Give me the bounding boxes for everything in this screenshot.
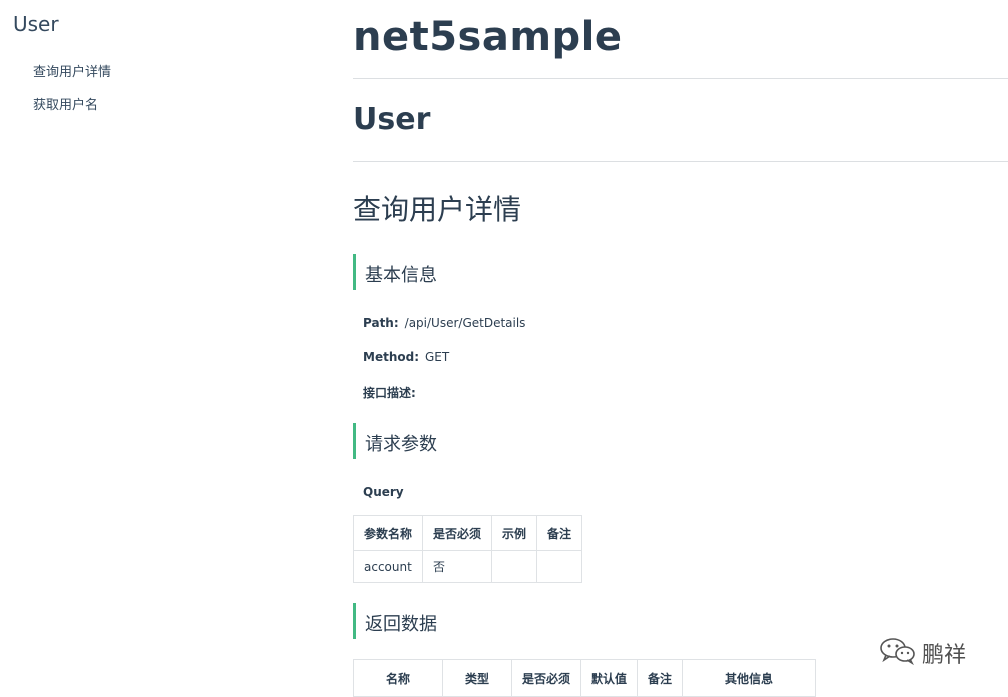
watermark-text: 鹏祥	[922, 643, 967, 668]
method-label: Method:	[363, 350, 419, 364]
column-header: 备注	[637, 659, 684, 697]
sidebar-title[interactable]: User	[13, 12, 59, 36]
sidebar-item-get-username[interactable]: 获取用户名	[33, 94, 98, 113]
table-cell	[491, 550, 538, 583]
method-row: Method: GET	[363, 350, 449, 364]
endpoint-title: 查询用户详情	[353, 193, 522, 226]
column-header: 类型	[442, 659, 512, 697]
column-header: 备注	[536, 515, 583, 551]
table-row: account 否	[352, 550, 583, 583]
column-header: 名称	[353, 659, 443, 697]
section-request-params: 请求参数	[353, 423, 437, 459]
section-heading: 基本信息	[365, 265, 437, 286]
path-value: /api/User/GetDetails	[404, 316, 526, 330]
response-table: 名称 类型 是否必须 默认值 备注 其他信息	[353, 659, 817, 697]
controller-title: User	[353, 102, 431, 137]
watermark: 鹏祥	[878, 636, 966, 670]
table-cell: 否	[422, 550, 493, 583]
section-basic-info: 基本信息	[353, 254, 437, 290]
column-header: 默认值	[580, 659, 639, 697]
table-cell	[536, 550, 583, 583]
query-label: Query	[363, 485, 404, 499]
description-row: 接口描述:	[363, 384, 422, 401]
table-header-row: 参数名称 是否必须 示例 备注	[352, 515, 583, 551]
query-params-table: 参数名称 是否必须 示例 备注 account 否	[352, 515, 583, 583]
table-header-row: 名称 类型 是否必须 默认值 备注 其他信息	[353, 659, 817, 697]
path-label: Path:	[363, 316, 399, 330]
column-header: 参数名称	[352, 515, 424, 551]
column-header: 是否必须	[422, 515, 493, 551]
sidebar: User 查询用户详情 获取用户名	[0, 0, 300, 695]
section-heading: 请求参数	[365, 434, 437, 455]
project-title: net5sample	[353, 14, 623, 60]
path-row: Path: /api/User/GetDetails	[363, 316, 525, 330]
column-header: 是否必须	[510, 659, 582, 697]
divider	[353, 78, 1008, 79]
section-response: 返回数据	[353, 603, 437, 639]
section-heading: 返回数据	[365, 614, 437, 635]
wechat-icon	[878, 636, 918, 670]
method-value: GET	[425, 350, 450, 364]
main-content: net5sample User 查询用户详情 基本信息 Path: /api/Us…	[352, 0, 1008, 697]
table-cell: account	[352, 550, 424, 583]
sidebar-item-query-user-details[interactable]: 查询用户详情	[33, 61, 111, 80]
divider	[353, 161, 1008, 162]
description-label: 接口描述:	[363, 386, 416, 400]
column-header: 其他信息	[682, 659, 817, 697]
column-header: 示例	[491, 515, 538, 551]
